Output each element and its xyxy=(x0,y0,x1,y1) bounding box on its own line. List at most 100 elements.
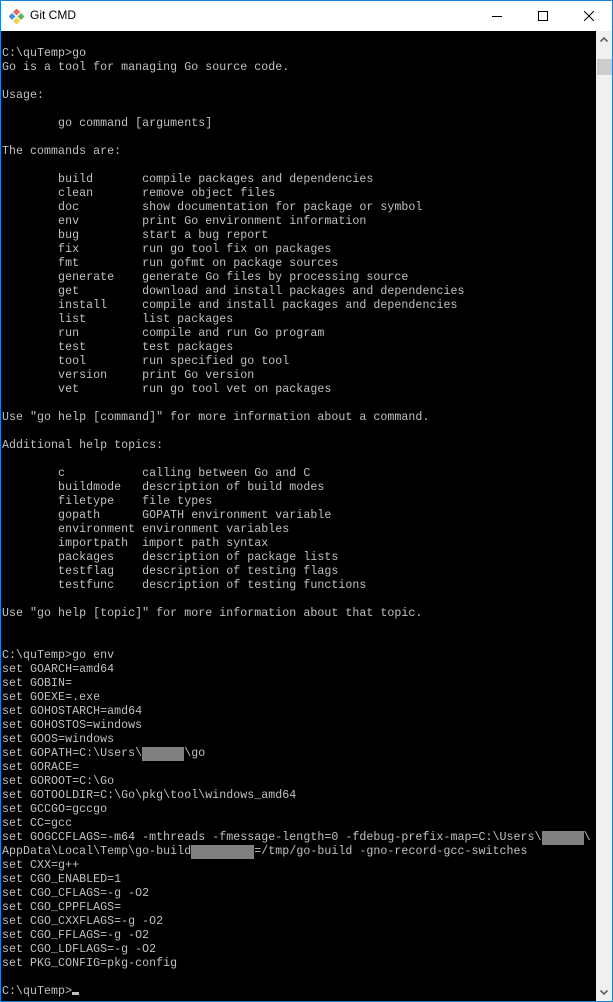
console-line: clean remove object files xyxy=(2,187,591,201)
console-line: fix run go tool fix on packages xyxy=(2,243,591,257)
console-text-segment: set CGO_CFLAGS=-g -O2 xyxy=(2,887,150,900)
console-line: set CGO_CPPFLAGS= xyxy=(2,901,591,915)
console-text-segment: set PKG_CONFIG=pkg-config xyxy=(2,957,178,970)
close-button[interactable] xyxy=(566,1,612,31)
console-text-segment: Usage: xyxy=(2,89,45,102)
console-text-segment: set CGO_CXXFLAGS=-g -O2 xyxy=(2,915,164,928)
minimize-icon xyxy=(492,16,502,17)
console-text-segment: go command [arguments] xyxy=(2,117,213,130)
console-text-segment: install compile and install packages and… xyxy=(2,299,458,312)
console-text-segment: Use "go help [command]" for more informa… xyxy=(2,411,430,424)
console-line: Use "go help [command]" for more informa… xyxy=(2,411,591,425)
console-text-segment: set GOHOSTARCH=amd64 xyxy=(2,705,143,718)
console-text-segment: test test packages xyxy=(2,341,234,354)
console-text-segment: bug start a bug report xyxy=(2,229,269,242)
console-text-segment: set GOARCH=amd64 xyxy=(2,663,115,676)
scrollbar-thumb[interactable] xyxy=(597,59,612,75)
console-text-segment: set GOPATH=C:\Users\ xyxy=(2,747,143,760)
text-cursor xyxy=(72,992,80,995)
console-line: set GCCGO=gccgo xyxy=(2,803,591,817)
console-line: tool run specified go tool xyxy=(2,355,591,369)
title-bar[interactable]: Git CMD xyxy=(1,1,612,31)
console-line: set GOROOT=C:\Go xyxy=(2,775,591,789)
console-text-segment: set GOHOSTOS=windows xyxy=(2,719,143,732)
console-text-segment: env print Go environment information xyxy=(2,215,367,228)
console-line: buildmode description of build modes xyxy=(2,481,591,495)
console-line: set CGO_CFLAGS=-g -O2 xyxy=(2,887,591,901)
git-cmd-window: Git CMD C:\quTemp>go Go is a tool for man… xyxy=(0,0,613,1002)
console-line: set GOARCH=amd64 xyxy=(2,663,591,677)
console-line: Use "go help [topic]" for more informati… xyxy=(2,607,591,621)
console-text-segment: list list packages xyxy=(2,313,234,326)
maximize-button[interactable] xyxy=(520,1,566,31)
console-line: testfunc description of testing function… xyxy=(2,579,591,593)
console-line: c calling between Go and C xyxy=(2,467,591,481)
console-line: test test packages xyxy=(2,341,591,355)
console-text-segment: set GCCGO=gccgo xyxy=(2,803,108,816)
console-text-segment: build compile packages and dependencies xyxy=(2,173,374,186)
console-text-segment: AppData\Local\Temp\go-build xyxy=(2,845,192,858)
console-line: set GOBIN= xyxy=(2,677,591,691)
scroll-down-button[interactable] xyxy=(596,984,612,1001)
console-text-segment: The commands are: xyxy=(2,145,122,158)
console-line: gopath GOPATH environment variable xyxy=(2,509,591,523)
console-text-segment: filetype file types xyxy=(2,495,213,508)
console-line: set GORACE= xyxy=(2,761,591,775)
console-line: bug start a bug report xyxy=(2,229,591,243)
console-text-segment: Use "go help [topic]" for more informati… xyxy=(2,607,423,620)
console-text-segment: clean remove object files xyxy=(2,187,276,200)
console-text-segment: Go is a tool for managing Go source code… xyxy=(2,61,290,74)
maximize-icon xyxy=(538,11,548,21)
console-text-segment: packages description of package lists xyxy=(2,551,339,564)
console-line: build compile packages and dependencies xyxy=(2,173,591,187)
minimize-button[interactable] xyxy=(474,1,520,31)
console-text-segment: generate generate Go files by processing… xyxy=(2,271,409,284)
console-text-segment: C:\quTemp>go xyxy=(2,47,87,60)
scroll-up-button[interactable] xyxy=(596,31,612,48)
console-line: set PKG_CONFIG=pkg-config xyxy=(2,957,591,971)
console-text-segment: importpath import path syntax xyxy=(2,537,269,550)
console-line: set GOHOSTARCH=amd64 xyxy=(2,705,591,719)
console-line: C:\quTemp>go xyxy=(2,47,591,61)
console-line: set CGO_FFLAGS=-g -O2 xyxy=(2,929,591,943)
console-text-segment: \go xyxy=(184,747,206,760)
console-line: C:\quTemp>go env xyxy=(2,649,591,663)
console-text-segment: doc show documentation for package or sy… xyxy=(2,201,423,214)
console-text-segment: set CGO_LDFLAGS=-g -O2 xyxy=(2,943,157,956)
console-line: run compile and run Go program xyxy=(2,327,591,341)
console-line: install compile and install packages and… xyxy=(2,299,591,313)
console-line: AppData\Local\Temp\go-buildXXXXXXXXX=/tm… xyxy=(2,845,591,859)
console-text-segment: set CGO_CPPFLAGS= xyxy=(2,901,122,914)
console-text-segment: set CGO_FFLAGS=-g -O2 xyxy=(2,929,150,942)
console-text-segment: testfunc description of testing function… xyxy=(2,579,367,592)
console-line: set CGO_LDFLAGS=-g -O2 xyxy=(2,943,591,957)
console-line: set CC=gcc xyxy=(2,817,591,831)
console-output[interactable]: C:\quTemp>go Go is a tool for managing Go… xyxy=(1,31,596,1001)
vertical-scrollbar[interactable] xyxy=(596,31,612,1001)
console-text-segment: set CGO_ENABLED=1 xyxy=(2,873,122,886)
console-text: C:\quTemp>go Go is a tool for managing Go… xyxy=(2,47,591,999)
console-line: Go is a tool for managing Go source code… xyxy=(2,61,591,75)
console-text-segment: \ xyxy=(583,831,591,844)
console-text-segment: set GOGCCFLAGS=-m64 -mthreads -fmessage-… xyxy=(2,831,542,844)
console-text-segment: =/tmp/go-build -gno-record-gcc-switches xyxy=(254,845,528,858)
console-line: set GOOS=windows xyxy=(2,733,591,747)
console-line: set CGO_ENABLED=1 xyxy=(2,873,591,887)
console-text-segment: fix run go tool fix on packages xyxy=(2,243,332,256)
console-text-segment: tool run specified go tool xyxy=(2,355,290,368)
console-text-segment: C:\quTemp>go env xyxy=(2,649,115,662)
window-title: Git CMD xyxy=(30,8,76,22)
git-logo-icon xyxy=(9,9,24,24)
console-line: set GOTOOLDIR=C:\Go\pkg\tool\windows_amd… xyxy=(2,789,591,803)
console-line: vet run go tool vet on packages xyxy=(2,383,591,397)
console-text-segment: set GORACE= xyxy=(2,761,80,774)
close-icon xyxy=(584,11,594,21)
